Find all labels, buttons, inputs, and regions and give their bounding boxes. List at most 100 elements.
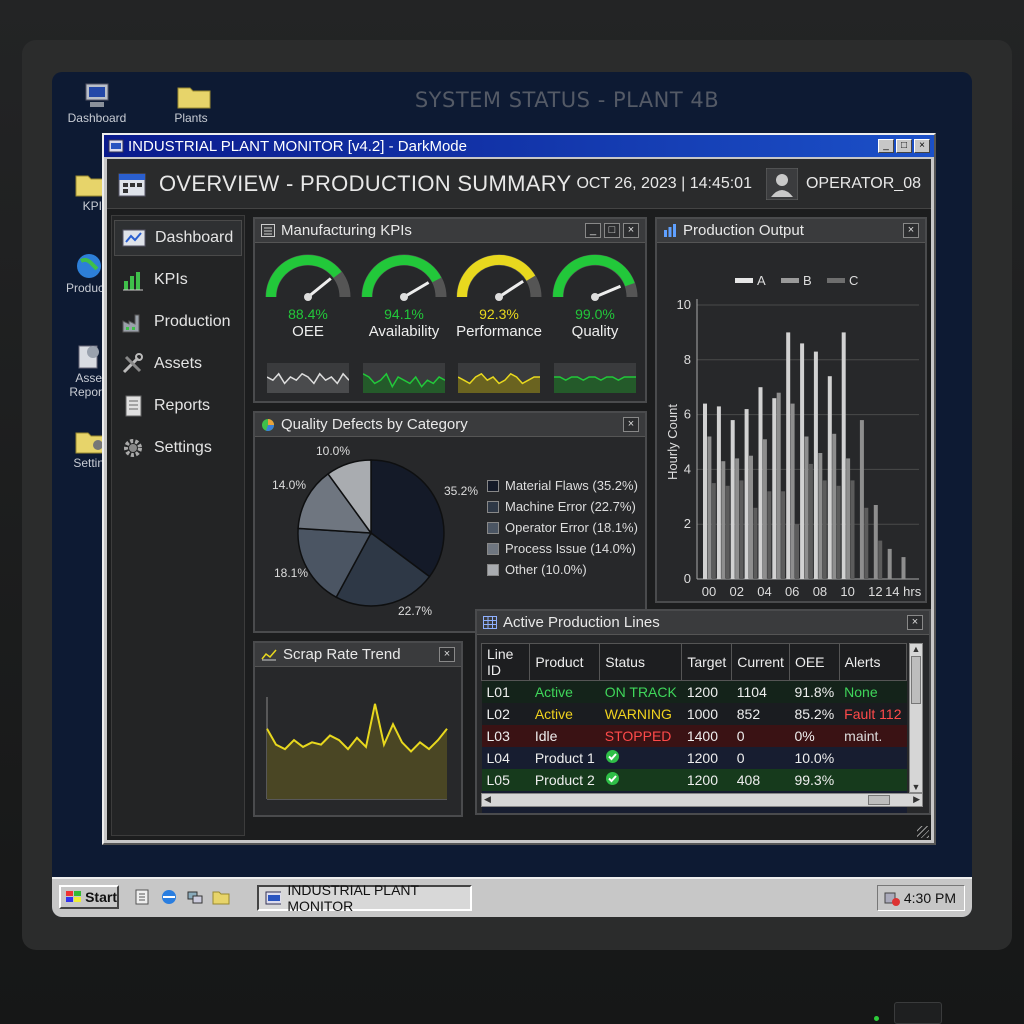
cell-current: 852 [736, 705, 761, 722]
notepad-icon[interactable] [134, 888, 152, 906]
cell-oee: 99.3% [794, 771, 835, 788]
table-row[interactable]: L05 Product 2 1200 408 99.3% [481, 768, 907, 791]
taskbar-item-plant-monitor[interactable]: INDUSTRIAL PLANT MONITOR [257, 882, 472, 914]
scrollbar-thumb[interactable] [911, 656, 921, 704]
sidebar: Dashboard KPIs Production Assets Reports… [111, 215, 245, 836]
operator-name: OPERATOR_08 [805, 174, 921, 192]
check-icon [600, 769, 682, 791]
start-label: Start [85, 889, 117, 905]
gauge-label: OEE [292, 323, 324, 340]
bar [772, 398, 777, 579]
folder-icon [74, 170, 109, 197]
horizontal-scrollbar[interactable]: ◀ ▶ [481, 793, 923, 807]
bar [795, 524, 799, 579]
lines-panel-header: Active Production Lines × [477, 611, 929, 635]
user-avatar-icon[interactable] [765, 167, 798, 200]
minimize-button[interactable]: _ [585, 223, 601, 238]
bar [846, 458, 851, 579]
cell-product: Product 2 [534, 771, 595, 788]
column-header[interactable]: Line ID [480, 643, 531, 681]
sidebar-item-settings[interactable]: Settings [114, 430, 242, 466]
quality-defects-pie-chart: 35.2% 22.7% 18.1% 14.0% 10.0% [272, 444, 478, 618]
column-header[interactable]: Target [681, 643, 733, 681]
column-header[interactable]: Current [731, 643, 790, 681]
window-titlebar[interactable]: INDUSTRIAL PLANT MONITOR [v4.2] - DarkMo… [104, 135, 934, 157]
cell-id: L01 [486, 683, 510, 700]
scrollbar-thumb[interactable] [868, 795, 890, 805]
bar [813, 351, 818, 579]
column-header[interactable]: Status [599, 643, 683, 681]
desktop-screen: SYSTEM STATUS - PLANT 4B Dashboard Plant… [52, 72, 972, 917]
close-button[interactable]: × [623, 417, 639, 432]
table-row[interactable]: L03 Idle STOPPED 1400 0 0% maint. [481, 724, 907, 747]
legend-swatch [487, 542, 499, 555]
bar-chart-icon [664, 224, 676, 237]
bar [735, 458, 740, 579]
bar-chart-icon [120, 268, 146, 292]
globe-icon [74, 252, 104, 278]
legend-label: A [757, 273, 766, 288]
table-row[interactable]: L01 Active ON TRACK 1200 1104 91.8% None [481, 680, 907, 703]
y-tick-label: 2 [684, 516, 691, 531]
x-tick-label: 14 hrs [885, 584, 922, 599]
line-chart-icon [261, 649, 277, 661]
bar [762, 439, 767, 579]
cell-current: 0 [736, 727, 745, 744]
maximize-button[interactable]: □ [896, 139, 912, 153]
close-button[interactable]: × [903, 223, 919, 238]
lines-panel-title: Active Production Lines [503, 614, 660, 631]
table-row[interactable]: L04 Product 1 1200 0 10.0% [481, 746, 907, 769]
desktop-icon-label: Plants [174, 111, 208, 125]
close-button[interactable]: × [914, 139, 930, 153]
gauge-dial [552, 254, 638, 301]
network-icon[interactable] [186, 888, 204, 906]
sidebar-item-production[interactable]: Production [114, 304, 242, 340]
legend-swatch [487, 500, 499, 513]
cell-status: ON TRACK [604, 683, 677, 700]
browser-icon[interactable] [160, 888, 178, 906]
tools-icon [120, 352, 146, 376]
close-button[interactable]: × [439, 647, 455, 662]
desktop-icon-plants[interactable]: Plants [156, 82, 226, 125]
bar [818, 453, 823, 579]
gauge-value: 92.3% [479, 306, 519, 322]
check-icon [600, 747, 682, 769]
desktop-icon-dashboard[interactable]: Dashboard [62, 82, 132, 125]
y-axis-label: Hourly Count [665, 404, 680, 480]
maximize-button[interactable]: □ [604, 223, 620, 238]
column-header[interactable]: Product [529, 643, 601, 681]
system-clock: 4:30 PM [903, 890, 956, 906]
taskbar-item-label: INDUSTRIAL PLANT MONITOR [287, 882, 419, 914]
close-button[interactable]: × [907, 615, 923, 630]
app-window[interactable]: INDUSTRIAL PLANT MONITOR [v4.2] - DarkMo… [102, 133, 936, 845]
sidebar-item-reports[interactable]: Reports [114, 388, 242, 424]
resize-grip-icon[interactable] [917, 826, 929, 838]
kpi-sparkline [267, 363, 349, 393]
sidebar-item-kpis[interactable]: KPIs [114, 262, 242, 298]
close-button[interactable]: × [623, 223, 639, 238]
production-output-chart: A B C0246810Hourly Count00 02 04 06 08 10 12 14 h… [665, 273, 922, 599]
table-icon [483, 616, 497, 629]
minimize-button[interactable]: _ [878, 139, 894, 153]
production-lines-table: Line ID Product Status Target Current OEE Aler… [480, 643, 908, 813]
folder-icon[interactable] [212, 888, 230, 906]
bar [836, 485, 841, 579]
column-header[interactable]: OEE [788, 643, 840, 681]
gauge-value: 88.4% [288, 306, 328, 322]
scrap-panel-header: Scrap Rate Trend × [255, 643, 461, 667]
sidebar-item-assets[interactable]: Assets [114, 346, 242, 382]
scrap-area [267, 703, 447, 799]
power-button[interactable] [894, 1002, 942, 1024]
vertical-scrollbar[interactable]: ▲ ▼ [909, 643, 923, 793]
start-button[interactable]: Start [59, 885, 119, 909]
x-tick-label: 06 [785, 584, 799, 599]
table-row[interactable]: L02 Active WARNING 1000 852 85.2% Fault 112 [481, 702, 907, 725]
column-header[interactable]: Alerts [838, 643, 908, 681]
legend-entry: B [781, 273, 812, 288]
output-panel-header: Production Output × [657, 219, 925, 243]
legend-entry: A [735, 273, 766, 288]
x-tick-label: 00 [702, 584, 716, 599]
sidebar-item-dashboard[interactable]: Dashboard [114, 220, 242, 256]
bar [758, 387, 763, 579]
volume-icon[interactable] [883, 890, 901, 906]
